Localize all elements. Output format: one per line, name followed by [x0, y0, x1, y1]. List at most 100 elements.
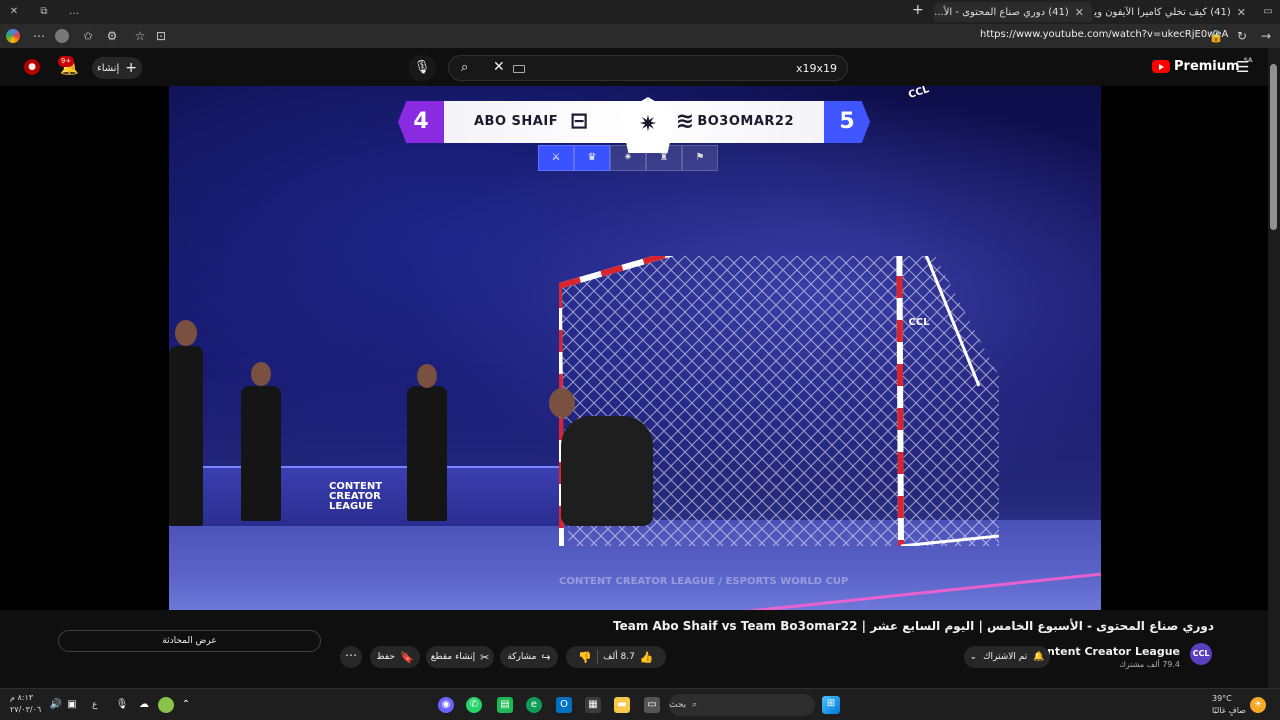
share-icon: ↪	[541, 650, 551, 664]
tab-title: (41) كيف تخلي كاميرا الآيفون ويب ...	[1094, 6, 1231, 18]
right-team-logo-icon: ≋	[675, 109, 695, 134]
outlook-icon[interactable]: O	[556, 697, 572, 713]
goalkeeper-head	[549, 388, 575, 418]
notification-badge: 9+	[58, 56, 74, 67]
person-standing	[407, 386, 447, 521]
file-explorer-icon[interactable]: ▬	[614, 697, 630, 713]
match-scoreboard: 4 ABO SHAIF ⊟ ✷ ≋ BO3OMAR22 5	[398, 97, 870, 153]
like-icon[interactable]: 👍	[640, 651, 654, 664]
bookmark-icon: 🔖	[399, 650, 414, 664]
tab-title: (41) دوري صناع المحتوى - الأ...	[934, 6, 1069, 18]
onedrive-icon[interactable]: ☁	[136, 697, 152, 713]
channel-avatar-small[interactable]: ●	[24, 59, 40, 75]
chat-app-icon[interactable]: ◉	[438, 697, 454, 713]
channel-name[interactable]: Content Creator League	[1031, 645, 1180, 658]
close-tab-icon[interactable]: ✕	[1237, 6, 1246, 19]
show-chat-button[interactable]: عرض المحادثة	[58, 630, 321, 652]
edge-browser-icon[interactable]: e	[526, 697, 542, 713]
video-title: دوري صناع المحتوى - الأسبوع الخامس | الي…	[612, 619, 1214, 633]
channel-avatar[interactable]: CCL	[1190, 643, 1212, 665]
store-icon[interactable]: ▦	[585, 697, 601, 713]
like-dislike-group: 👍 8.7 ألف 👎	[566, 646, 666, 668]
tab-content-league[interactable]: ✕ (41) دوري صناع المحتوى - الأ... 🔈	[934, 2, 1092, 22]
close-window-icon[interactable]: ✕	[6, 4, 22, 20]
video-frame[interactable]: CONTENT CREATOR LEAGUE 4 ABO SHAIF ⊟ ✷ ≋…	[169, 86, 1101, 610]
input-language[interactable]: ع	[92, 700, 97, 710]
back-arrow-icon[interactable]: →	[1258, 28, 1274, 44]
taskbar-search[interactable]: ⌕ بحث	[669, 694, 815, 716]
bell-icon: 🔔	[1033, 652, 1045, 662]
weather-temperature[interactable]: 39°C	[1212, 694, 1232, 703]
windows-taskbar: ٨:١٣ م ٢٧/٠٣/٠٦ 🔊 ▣ ع 🎙 ☁ ⌃ ◉ ✆ ▤ e O ▦ …	[0, 688, 1280, 720]
like-count: 8.7 ألف	[603, 652, 635, 662]
windows-start-icon[interactable]: ⊞	[822, 696, 840, 714]
hamburger-menu-icon[interactable]: ☰	[1236, 58, 1249, 76]
window-restore-icon[interactable]: ▭	[1260, 4, 1276, 20]
page-scrollbar[interactable]	[1268, 48, 1280, 688]
team-name-bar: ABO SHAIF ⊟ ✷ ≋ BO3OMAR22	[444, 97, 824, 153]
premium-label: Premium	[1174, 59, 1240, 74]
copilot-icon[interactable]	[6, 29, 20, 43]
profile-avatar[interactable]	[55, 29, 69, 43]
search-icon: ⌕	[692, 700, 698, 710]
tab-iphone-camera[interactable]: ✕ (41) كيف تخلي كاميرا الآيفون ويب ...	[1094, 2, 1254, 22]
tab-overflow-icon[interactable]: …	[66, 4, 82, 20]
subscribed-button[interactable]: 🔔 تم الاشتراك ⌄	[964, 646, 1050, 668]
close-tab-icon[interactable]: ✕	[1075, 6, 1084, 19]
split-screen-icon[interactable]: ⊡	[153, 28, 169, 44]
share-button[interactable]: ↪ مشاركة	[500, 646, 558, 668]
youtube-header: ● 🔔 9+ إنشاء + 🎙 ⌕ ✕ Premium SA ☰	[0, 48, 1268, 86]
goalkeeper	[561, 416, 653, 526]
weather-condition[interactable]: صافٍ غالبًا	[1212, 706, 1246, 715]
left-team-logo-icon: ⊟	[569, 109, 589, 134]
clock-time[interactable]: ٨:١٣ م	[10, 693, 33, 702]
lock-icon[interactable]: 🔒	[1208, 28, 1224, 44]
browser-tab-bar: ✕ ⧉ … + ✕ (41) دوري صناع المحتوى - الأ..…	[0, 0, 1280, 24]
search-input[interactable]	[557, 59, 837, 77]
save-button[interactable]: 🔖 حفظ	[370, 646, 420, 668]
refresh-icon[interactable]: ↻	[1234, 28, 1250, 44]
clip-button[interactable]: ✂ إنشاء مقطع	[426, 646, 494, 668]
left-team-score: 4	[398, 101, 444, 143]
whatsapp-icon[interactable]: ✆	[466, 697, 482, 713]
volume-icon[interactable]: 🔊	[48, 697, 64, 713]
video-player[interactable]: CONTENT CREATOR LEAGUE 4 ABO SHAIF ⊟ ✷ ≋…	[0, 86, 1268, 610]
extensions-icon[interactable]: ⚙	[104, 28, 120, 44]
search-box[interactable]: ⌕ ✕	[448, 55, 848, 81]
subscriber-count: 79.4 ألف مشترك	[1119, 660, 1180, 669]
microphone-icon[interactable]: 🎙	[114, 697, 130, 713]
round-indicator: ⚑	[682, 145, 718, 171]
more-actions-button[interactable]: ⋯	[340, 646, 362, 668]
save-label: حفظ	[376, 652, 395, 662]
taskbar-search-label: بحث	[669, 700, 687, 710]
task-view-icon[interactable]: ▭	[644, 697, 660, 713]
dislike-icon[interactable]: 👎	[578, 651, 592, 664]
address-url[interactable]: https://www.youtube.com/watch?v=ukecRjE0…	[980, 29, 1228, 40]
subscribed-label: تم الاشتراك	[983, 652, 1028, 662]
add-favorite-icon[interactable]: ☆	[132, 28, 148, 44]
voice-search-button[interactable]: 🎙	[408, 55, 436, 81]
search-icon[interactable]: ⌕	[461, 60, 468, 75]
video-watermark: CONTENT CREATOR LEAGUE / ESPORTS WORLD C…	[559, 576, 849, 587]
person-head	[175, 320, 197, 346]
scrollbar-thumb[interactable]	[1270, 64, 1277, 230]
weather-sun-icon[interactable]: ☀	[1250, 697, 1266, 713]
show-hidden-icons-chevron[interactable]: ⌃	[178, 697, 194, 713]
spreadsheet-app-icon[interactable]: ▤	[497, 697, 513, 713]
create-button[interactable]: إنشاء +	[92, 57, 142, 79]
more-options-icon[interactable]: ⋯	[31, 28, 47, 44]
goal-sponsor-sign: CCL	[908, 317, 930, 328]
scissors-icon: ✂	[480, 650, 490, 664]
network-icon[interactable]: ▣	[64, 697, 80, 713]
clear-search-icon[interactable]: ✕	[493, 59, 505, 75]
app-tray-icon[interactable]	[158, 697, 174, 713]
favorites-icon[interactable]: ✩	[80, 28, 96, 44]
round-indicator: ♜	[646, 145, 682, 171]
tab-actions-icon[interactable]: ⧉	[36, 4, 52, 20]
clock-date[interactable]: ٢٧/٠٣/٠٦	[10, 705, 41, 714]
keyboard-icon[interactable]	[513, 65, 525, 73]
chevron-down-icon: ⌄	[969, 652, 978, 662]
new-tab-button[interactable]: +	[912, 2, 924, 18]
right-team-name: BO3OMAR22	[697, 114, 794, 129]
person-left	[169, 346, 203, 526]
